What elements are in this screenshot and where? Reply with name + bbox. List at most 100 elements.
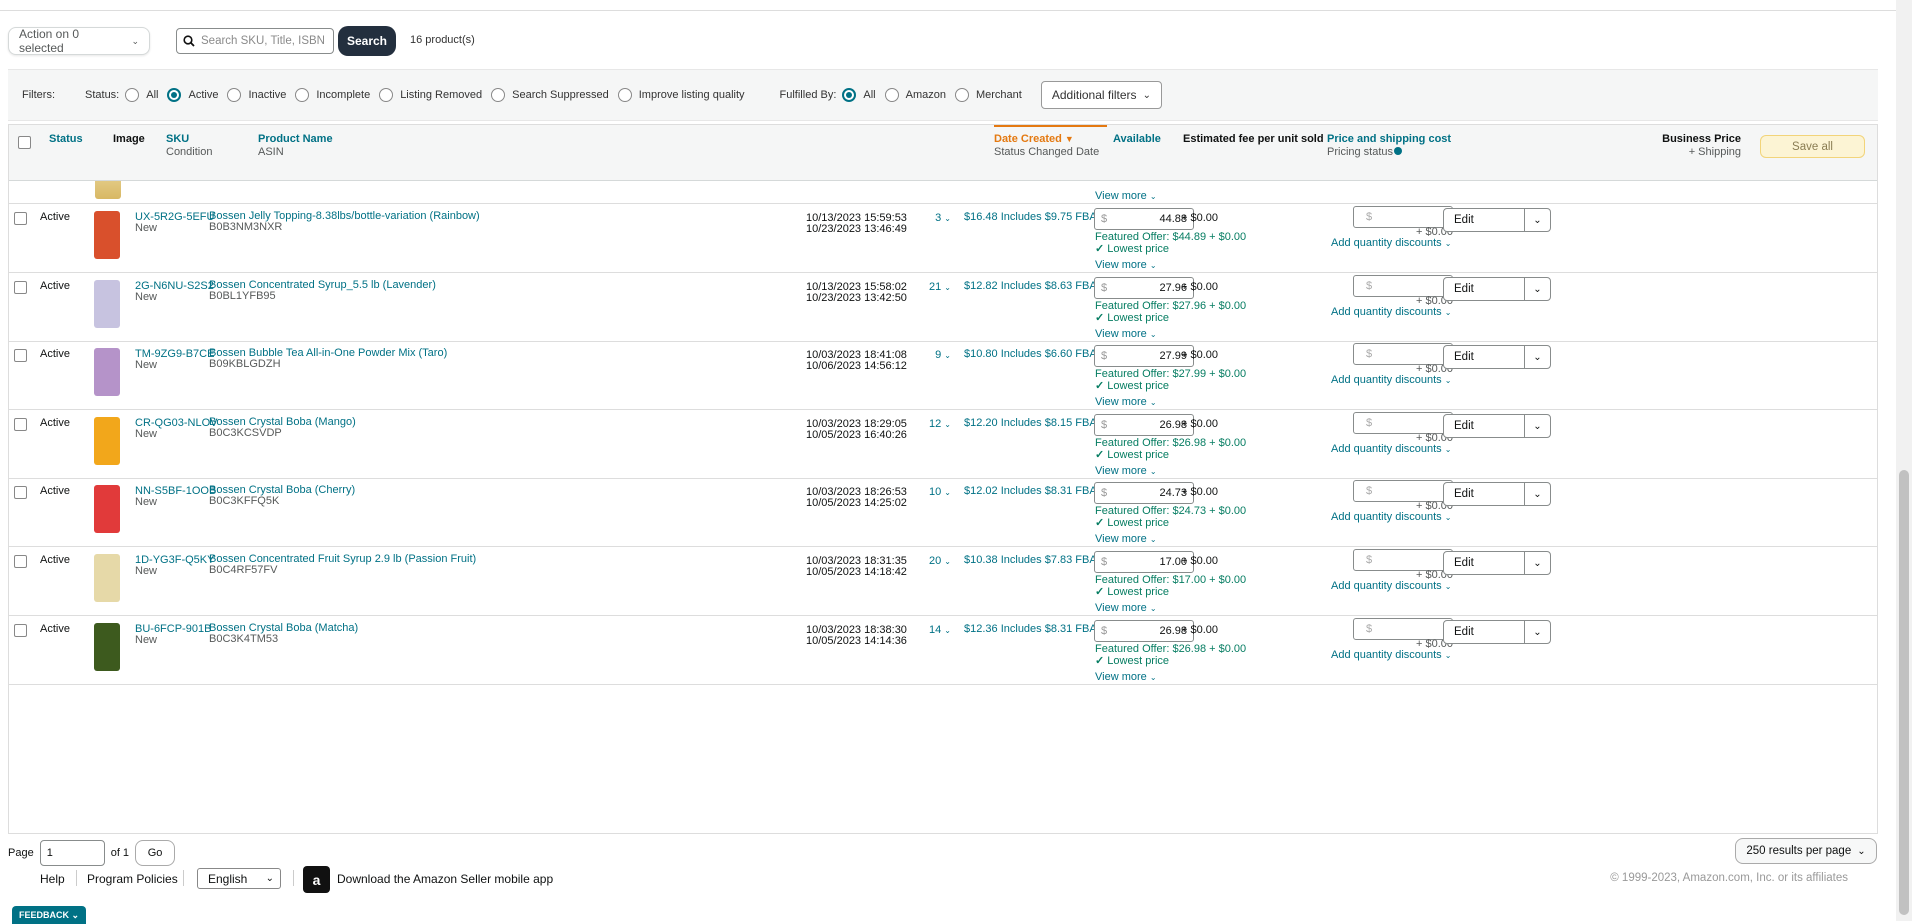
row-checkbox[interactable] — [14, 624, 27, 637]
page-scrollbar[interactable] — [1896, 0, 1912, 921]
radio-button[interactable] — [617, 88, 632, 102]
radio-button[interactable] — [167, 88, 182, 102]
action-dropdown[interactable]: Action on 0 selected ⌄ — [8, 27, 150, 55]
status-filter-all[interactable]: All — [125, 88, 158, 102]
save-all-button[interactable]: Save all — [1760, 135, 1865, 158]
product-thumbnail[interactable] — [94, 485, 120, 533]
price-input[interactable]: $17.00 — [1094, 551, 1194, 573]
price-input[interactable]: $24.73 — [1094, 482, 1194, 504]
edit-button[interactable]: Edit ⌄ — [1443, 482, 1551, 506]
view-more-link[interactable]: View more ⌄ — [1095, 396, 1157, 409]
add-quantity-discounts[interactable]: Add quantity discounts ⌄ — [1331, 237, 1451, 250]
add-quantity-discounts[interactable]: Add quantity discounts ⌄ — [1331, 443, 1451, 456]
chevron-down-icon[interactable]: ⌄ — [1524, 552, 1550, 574]
price-input[interactable]: $26.98 — [1094, 414, 1194, 436]
available-dropdown[interactable]: 10 ⌄ — [911, 486, 951, 499]
search-input[interactable]: Search SKU, Title, ISBN — [176, 28, 334, 54]
add-quantity-discounts[interactable]: Add quantity discounts ⌄ — [1331, 374, 1451, 387]
status-filter-listing-removed[interactable]: Listing Removed — [379, 88, 482, 102]
business-price-input[interactable]: $ — [1353, 275, 1453, 297]
product-thumbnail[interactable] — [94, 554, 120, 602]
chevron-down-icon[interactable]: ⌄ — [1524, 621, 1550, 643]
available-dropdown[interactable]: 21 ⌄ — [911, 281, 951, 294]
status-filter-search-suppressed[interactable]: Search Suppressed — [491, 88, 609, 102]
edit-button[interactable]: Edit ⌄ — [1443, 620, 1551, 644]
row-checkbox[interactable] — [14, 349, 27, 362]
view-more-link[interactable]: View more ⌄ — [1095, 465, 1157, 478]
info-icon[interactable] — [1394, 147, 1403, 155]
add-quantity-discounts[interactable]: Add quantity discounts ⌄ — [1331, 306, 1451, 319]
view-more-link[interactable]: View more ⌄ — [1095, 602, 1157, 615]
radio-button[interactable] — [227, 88, 242, 102]
available-dropdown[interactable]: 12 ⌄ — [911, 418, 951, 431]
product-thumbnail[interactable] — [94, 623, 120, 671]
status-filter-incomplete[interactable]: Incomplete — [295, 88, 370, 102]
edit-button[interactable]: Edit ⌄ — [1443, 551, 1551, 575]
radio-button[interactable] — [295, 88, 310, 102]
scrollbar-thumb[interactable] — [1899, 470, 1909, 915]
add-quantity-discounts[interactable]: Add quantity discounts ⌄ — [1331, 511, 1451, 524]
header-price-shipping[interactable]: Price and shipping cost Pricing status — [1327, 133, 1451, 159]
row-checkbox[interactable] — [14, 418, 27, 431]
fulfilled-filter-amazon[interactable]: Amazon — [884, 88, 946, 102]
header-date-created[interactable]: Date Created ▼ Status Changed Date — [994, 133, 1099, 159]
additional-filters-button[interactable]: Additional filters ⌄ — [1040, 81, 1162, 109]
status-filter-inactive[interactable]: Inactive — [227, 88, 286, 102]
results-per-page-dropdown[interactable]: 250 results per page ⌄ — [1735, 838, 1877, 864]
available-dropdown[interactable]: 20 ⌄ — [911, 555, 951, 568]
radio-button[interactable] — [379, 88, 394, 102]
view-more-link[interactable]: View more ⌄ — [1095, 671, 1157, 684]
download-app-link[interactable]: Download the Amazon Seller mobile app — [337, 872, 553, 886]
edit-button[interactable]: Edit ⌄ — [1443, 277, 1551, 301]
radio-button[interactable] — [954, 88, 969, 102]
view-more-link[interactable]: View more ⌄ — [1095, 328, 1157, 341]
page-number-input[interactable]: 1 — [39, 840, 105, 866]
price-input[interactable]: $44.88 — [1094, 208, 1194, 230]
search-button[interactable]: Search — [338, 26, 396, 56]
available-dropdown[interactable]: 9 ⌄ — [911, 349, 951, 362]
chevron-down-icon[interactable]: ⌄ — [1524, 415, 1550, 437]
edit-button[interactable]: Edit ⌄ — [1443, 345, 1551, 369]
chevron-down-icon[interactable]: ⌄ — [1524, 209, 1550, 231]
view-more-link[interactable]: View more ⌄ — [1095, 259, 1157, 272]
edit-button[interactable]: Edit ⌄ — [1443, 208, 1551, 232]
status-filter-improve-listing-quality[interactable]: Improve listing quality — [617, 88, 745, 102]
row-checkbox[interactable] — [14, 486, 27, 499]
radio-button[interactable] — [125, 88, 140, 102]
chevron-down-icon[interactable]: ⌄ — [1524, 346, 1550, 368]
available-dropdown[interactable]: 14 ⌄ — [911, 624, 951, 637]
chevron-down-icon[interactable]: ⌄ — [1524, 483, 1550, 505]
language-select[interactable]: English ⌄ — [197, 868, 281, 889]
radio-button[interactable] — [884, 88, 899, 102]
feedback-button[interactable]: FEEDBACK ⌄ — [12, 906, 86, 924]
business-price-input[interactable]: $ — [1353, 480, 1453, 502]
product-thumbnail[interactable] — [94, 211, 120, 259]
add-quantity-discounts[interactable]: Add quantity discounts ⌄ — [1331, 649, 1451, 662]
header-sku[interactable]: SKU Condition — [166, 133, 212, 159]
business-price-input[interactable]: $ — [1353, 618, 1453, 640]
header-product-name[interactable]: Product Name ASIN — [258, 133, 333, 159]
header-status[interactable]: Status — [49, 133, 83, 146]
price-input[interactable]: $27.99 — [1094, 345, 1194, 367]
row-checkbox[interactable] — [14, 555, 27, 568]
go-button[interactable]: Go — [135, 840, 176, 866]
business-price-input[interactable]: $ — [1353, 549, 1453, 571]
status-filter-active[interactable]: Active — [167, 88, 218, 102]
amazon-app-icon[interactable]: a — [303, 866, 330, 893]
fulfilled-filter-merchant[interactable]: Merchant — [954, 88, 1022, 102]
price-input[interactable]: $26.98 — [1094, 620, 1194, 642]
product-thumbnail[interactable] — [94, 280, 120, 328]
view-more-link[interactable]: View more ⌄ — [1095, 533, 1157, 546]
program-policies-link[interactable]: Program Policies — [87, 872, 178, 886]
business-price-input[interactable]: $ — [1353, 412, 1453, 434]
select-all-checkbox[interactable] — [18, 136, 31, 149]
help-link[interactable]: Help — [40, 872, 65, 886]
edit-button[interactable]: Edit ⌄ — [1443, 414, 1551, 438]
radio-button[interactable] — [842, 88, 857, 102]
business-price-input[interactable]: $ — [1353, 343, 1453, 365]
fulfilled-filter-all[interactable]: All — [842, 88, 876, 102]
row-checkbox[interactable] — [14, 212, 27, 225]
price-input[interactable]: $27.96 — [1094, 277, 1194, 299]
available-dropdown[interactable]: 3 ⌄ — [911, 212, 951, 225]
view-more-link[interactable]: View more ⌄ — [1095, 190, 1157, 203]
